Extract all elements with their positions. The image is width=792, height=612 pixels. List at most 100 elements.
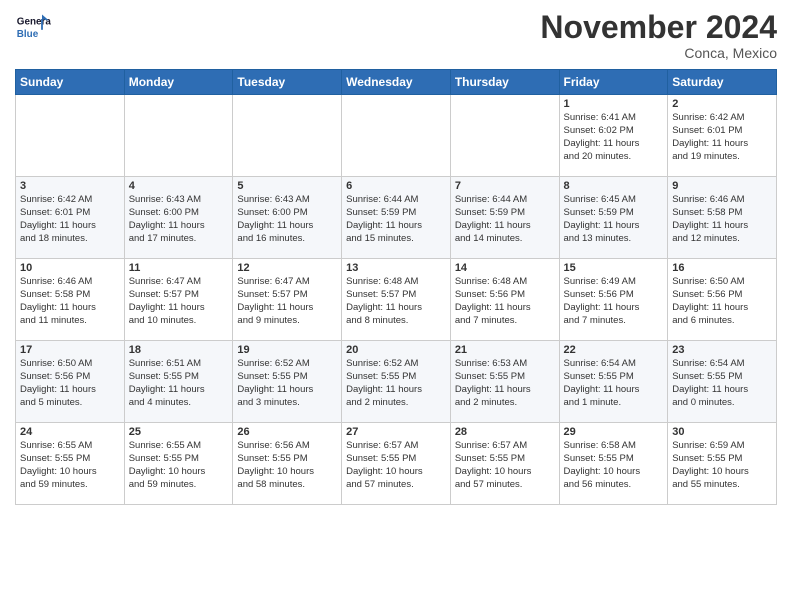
page: General Blue November 2024 Conca, Mexico… [0,0,792,612]
calendar-cell: 10Sunrise: 6:46 AM Sunset: 5:58 PM Dayli… [16,259,125,341]
day-number: 24 [20,426,120,438]
weekday-header: Monday [124,70,233,95]
day-info: Sunrise: 6:46 AM Sunset: 5:58 PM Dayligh… [672,194,772,245]
day-info: Sunrise: 6:48 AM Sunset: 5:56 PM Dayligh… [455,276,555,327]
day-info: Sunrise: 6:51 AM Sunset: 5:55 PM Dayligh… [129,358,229,409]
svg-text:Blue: Blue [17,29,39,40]
day-info: Sunrise: 6:58 AM Sunset: 5:55 PM Dayligh… [564,440,664,491]
day-number: 14 [455,262,555,274]
calendar-cell [16,95,125,177]
calendar-cell [450,95,559,177]
day-number: 12 [237,262,337,274]
day-info: Sunrise: 6:47 AM Sunset: 5:57 PM Dayligh… [237,276,337,327]
weekday-header: Saturday [668,70,777,95]
calendar-cell: 26 Sunrise: 6:56 AM Sunset: 5:55 PM Dayli… [233,423,342,505]
calendar-cell: 18 Sunrise: 6:51 AM Sunset: 5:55 PM Dayli… [124,341,233,423]
day-number: 19 [237,344,337,356]
day-info: Sunrise: 6:53 AM Sunset: 5:55 PM Dayligh… [455,358,555,409]
calendar-cell: 24 Sunrise: 6:55 AM Sunset: 5:55 PM Dayli… [16,423,125,505]
calendar-week-row: 24 Sunrise: 6:55 AM Sunset: 5:55 PM Dayli… [16,423,777,505]
calendar-week-row: 10Sunrise: 6:46 AM Sunset: 5:58 PM Dayli… [16,259,777,341]
calendar-cell: 27 Sunrise: 6:57 AM Sunset: 5:55 PM Dayli… [342,423,451,505]
day-number: 25 [129,426,229,438]
day-info: Sunrise: 6:45 AM Sunset: 5:59 PM Dayligh… [564,194,664,245]
calendar-cell: 12 Sunrise: 6:47 AM Sunset: 5:57 PM Dayli… [233,259,342,341]
day-number: 21 [455,344,555,356]
calendar-cell: 3Sunrise: 6:42 AM Sunset: 6:01 PM Daylig… [16,177,125,259]
day-number: 15 [564,262,664,274]
day-info: Sunrise: 6:57 AM Sunset: 5:55 PM Dayligh… [346,440,446,491]
calendar-cell: 4Sunrise: 6:43 AM Sunset: 6:00 PM Daylig… [124,177,233,259]
calendar-cell: 5 Sunrise: 6:43 AM Sunset: 6:00 PM Daylig… [233,177,342,259]
calendar-cell: 1 Sunrise: 6:41 AM Sunset: 6:02 PM Daylig… [559,95,668,177]
day-number: 27 [346,426,446,438]
day-number: 26 [237,426,337,438]
header-row: SundayMondayTuesdayWednesdayThursdayFrid… [16,70,777,95]
day-info: Sunrise: 6:44 AM Sunset: 5:59 PM Dayligh… [455,194,555,245]
calendar-cell: 8 Sunrise: 6:45 AM Sunset: 5:59 PM Daylig… [559,177,668,259]
day-number: 17 [20,344,120,356]
weekday-header: Sunday [16,70,125,95]
calendar-table: SundayMondayTuesdayWednesdayThursdayFrid… [15,69,777,505]
day-number: 30 [672,426,772,438]
day-number: 11 [129,262,229,274]
day-info: Sunrise: 6:52 AM Sunset: 5:55 PM Dayligh… [237,358,337,409]
day-number: 28 [455,426,555,438]
day-number: 5 [237,180,337,192]
day-number: 4 [129,180,229,192]
day-number: 23 [672,344,772,356]
day-info: Sunrise: 6:50 AM Sunset: 5:56 PM Dayligh… [672,276,772,327]
day-number: 2 [672,98,772,110]
day-info: Sunrise: 6:44 AM Sunset: 5:59 PM Dayligh… [346,194,446,245]
calendar-cell: 30 Sunrise: 6:59 AM Sunset: 5:55 PM Dayli… [668,423,777,505]
day-number: 20 [346,344,446,356]
calendar-cell: 2 Sunrise: 6:42 AM Sunset: 6:01 PM Daylig… [668,95,777,177]
day-info: Sunrise: 6:54 AM Sunset: 5:55 PM Dayligh… [672,358,772,409]
calendar-cell: 9 Sunrise: 6:46 AM Sunset: 5:58 PM Daylig… [668,177,777,259]
day-info: Sunrise: 6:55 AM Sunset: 5:55 PM Dayligh… [20,440,120,491]
calendar-cell: 23 Sunrise: 6:54 AM Sunset: 5:55 PM Dayli… [668,341,777,423]
weekday-header: Thursday [450,70,559,95]
day-info: Sunrise: 6:52 AM Sunset: 5:55 PM Dayligh… [346,358,446,409]
weekday-header: Wednesday [342,70,451,95]
calendar-cell: 7 Sunrise: 6:44 AM Sunset: 5:59 PM Daylig… [450,177,559,259]
title-block: November 2024 Conca, Mexico [540,10,777,61]
day-info: Sunrise: 6:41 AM Sunset: 6:02 PM Dayligh… [564,112,664,163]
day-number: 16 [672,262,772,274]
calendar-cell: 17 Sunrise: 6:50 AM Sunset: 5:56 PM Dayli… [16,341,125,423]
day-number: 29 [564,426,664,438]
day-info: Sunrise: 6:42 AM Sunset: 6:01 PM Dayligh… [672,112,772,163]
calendar-cell: 22 Sunrise: 6:54 AM Sunset: 5:55 PM Dayli… [559,341,668,423]
calendar-cell: 29 Sunrise: 6:58 AM Sunset: 5:55 PM Dayli… [559,423,668,505]
header: General Blue November 2024 Conca, Mexico [15,10,777,61]
day-number: 9 [672,180,772,192]
day-number: 8 [564,180,664,192]
day-info: Sunrise: 6:57 AM Sunset: 5:55 PM Dayligh… [455,440,555,491]
weekday-header: Tuesday [233,70,342,95]
calendar-cell: 21 Sunrise: 6:53 AM Sunset: 5:55 PM Dayli… [450,341,559,423]
calendar-cell: 28 Sunrise: 6:57 AM Sunset: 5:55 PM Dayli… [450,423,559,505]
day-info: Sunrise: 6:59 AM Sunset: 5:55 PM Dayligh… [672,440,772,491]
day-info: Sunrise: 6:56 AM Sunset: 5:55 PM Dayligh… [237,440,337,491]
day-info: Sunrise: 6:43 AM Sunset: 6:00 PM Dayligh… [237,194,337,245]
weekday-header: Friday [559,70,668,95]
day-number: 7 [455,180,555,192]
calendar-cell: 15 Sunrise: 6:49 AM Sunset: 5:56 PM Dayli… [559,259,668,341]
day-number: 22 [564,344,664,356]
day-info: Sunrise: 6:54 AM Sunset: 5:55 PM Dayligh… [564,358,664,409]
month-title: November 2024 [540,10,777,45]
calendar-week-row: 1 Sunrise: 6:41 AM Sunset: 6:02 PM Daylig… [16,95,777,177]
calendar-cell [342,95,451,177]
calendar-cell: 11Sunrise: 6:47 AM Sunset: 5:57 PM Dayli… [124,259,233,341]
day-info: Sunrise: 6:46 AM Sunset: 5:58 PM Dayligh… [20,276,120,327]
calendar-week-row: 3Sunrise: 6:42 AM Sunset: 6:01 PM Daylig… [16,177,777,259]
day-number: 13 [346,262,446,274]
day-number: 18 [129,344,229,356]
calendar-cell: 19 Sunrise: 6:52 AM Sunset: 5:55 PM Dayli… [233,341,342,423]
day-info: Sunrise: 6:50 AM Sunset: 5:56 PM Dayligh… [20,358,120,409]
day-number: 1 [564,98,664,110]
day-info: Sunrise: 6:49 AM Sunset: 5:56 PM Dayligh… [564,276,664,327]
calendar-cell [233,95,342,177]
logo: General Blue [15,10,51,46]
calendar-cell: 6Sunrise: 6:44 AM Sunset: 5:59 PM Daylig… [342,177,451,259]
